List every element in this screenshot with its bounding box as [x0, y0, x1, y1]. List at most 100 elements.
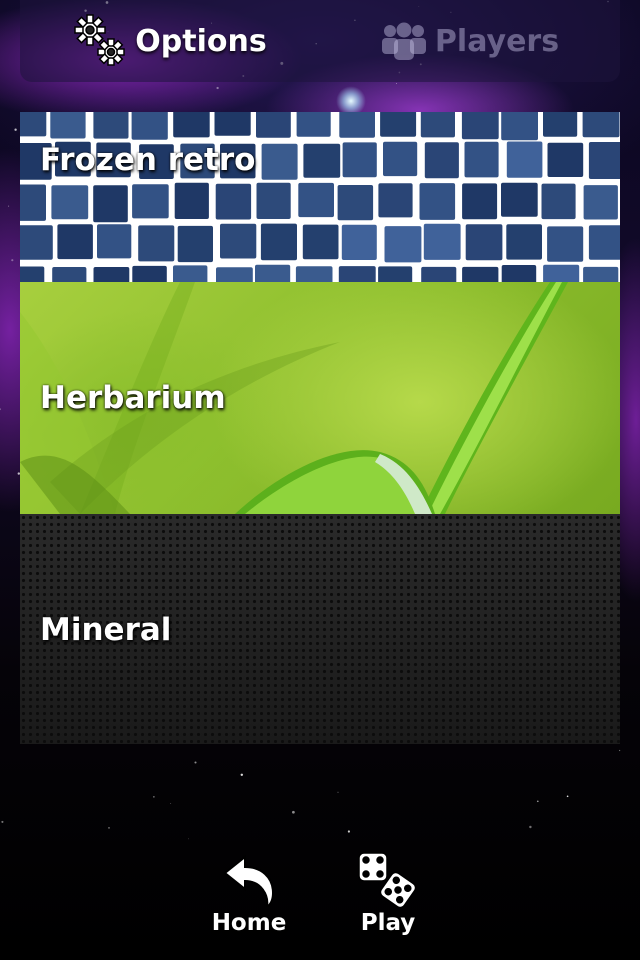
mosaic-tile — [501, 265, 537, 282]
mosaic-tile — [138, 225, 175, 262]
mosaic-tile — [256, 112, 291, 138]
theme-label-herbarium: Herbarium — [40, 380, 226, 416]
mosaic-tile — [216, 267, 253, 282]
mosaic-tile — [93, 112, 129, 139]
star — [14, 128, 17, 131]
mosaic-tile — [339, 112, 375, 138]
tab-options-label: Options — [135, 23, 267, 59]
star — [566, 795, 569, 798]
star — [347, 830, 350, 833]
star — [240, 773, 244, 777]
mosaic-tile — [341, 224, 377, 260]
mosaic-tile — [260, 223, 297, 261]
star — [153, 796, 155, 798]
mosaic-tile — [173, 265, 208, 282]
mosaic-tile — [506, 141, 543, 178]
mosaic-tile — [582, 112, 620, 138]
mosaic-tile — [57, 224, 93, 260]
mosaic-tile — [378, 183, 413, 218]
mosaic-tile — [295, 266, 333, 282]
mosaic-tile — [424, 142, 459, 179]
star — [396, 83, 397, 84]
mosaic-tile — [20, 112, 47, 137]
top-tab-bar: Options Players — [20, 0, 620, 82]
play-button[interactable]: Play — [333, 852, 443, 944]
mosaic-tiles — [20, 112, 620, 282]
star — [8, 205, 10, 207]
star — [108, 827, 110, 829]
mosaic-tile — [588, 142, 620, 179]
star — [536, 800, 539, 803]
mosaic-tile — [419, 183, 456, 220]
mosaic-tile — [423, 223, 461, 260]
mosaic-tile — [501, 112, 538, 141]
star — [337, 791, 339, 793]
mosaic-tile — [93, 185, 128, 223]
mosaic-tile — [255, 264, 291, 282]
mosaic-tile — [501, 182, 538, 217]
mosaic-tile — [462, 183, 498, 220]
mosaic-tile — [132, 184, 169, 219]
tab-players[interactable]: Players — [320, 0, 620, 82]
mosaic-tile — [93, 267, 130, 282]
mosaic-tile — [338, 266, 376, 282]
mosaic-tile — [20, 184, 46, 221]
mosaic-tile — [506, 224, 542, 260]
mosaic-tile — [583, 185, 618, 220]
mosaic-tile — [464, 141, 499, 178]
theme-label-mineral: Mineral — [40, 612, 172, 648]
mosaic-tile — [543, 112, 578, 137]
star — [292, 810, 295, 814]
mosaic-tile — [342, 142, 377, 178]
mosaic-tile — [583, 266, 619, 282]
mosaic-tile — [378, 266, 413, 282]
play-label: Play — [360, 910, 416, 936]
star — [529, 825, 532, 829]
mosaic-tile — [543, 264, 580, 282]
mosaic-tile — [303, 143, 341, 178]
star — [188, 838, 189, 840]
mosaic-tile — [380, 112, 417, 137]
mosaic-tile — [296, 112, 331, 137]
users-icon — [381, 21, 427, 61]
mosaic-tile — [547, 142, 584, 177]
mosaic-tile — [215, 183, 252, 220]
mosaic-tile — [51, 185, 89, 220]
home-button[interactable]: Home — [194, 852, 304, 944]
mosaic-tile — [174, 182, 209, 219]
mosaic-tile — [465, 224, 503, 261]
star — [216, 86, 219, 90]
mosaic-tile — [173, 112, 210, 138]
mosaic-tile — [302, 224, 339, 260]
gears-icon — [73, 14, 127, 68]
star — [170, 802, 172, 804]
mosaic-tile — [50, 112, 86, 139]
star — [194, 761, 197, 764]
mosaic-tile — [547, 226, 584, 262]
mosaic-tile — [131, 112, 168, 140]
back-arrow-icon — [221, 852, 277, 910]
mosaic-tile — [52, 267, 87, 282]
star — [1, 820, 4, 823]
mosaic-tile — [97, 224, 132, 259]
theme-herbarium[interactable]: Herbarium — [20, 282, 620, 514]
mosaic-tile — [383, 141, 418, 177]
mosaic-tile — [337, 185, 374, 221]
mosaic-tile — [462, 266, 499, 282]
theme-mineral[interactable]: Mineral — [20, 514, 620, 744]
mosaic-tile — [420, 112, 455, 138]
mosaic-tile — [132, 265, 167, 282]
theme-frozen-retro[interactable]: Frozen retro — [20, 112, 620, 282]
mosaic-tile — [541, 183, 576, 220]
star — [11, 259, 14, 262]
dice-icon — [356, 852, 420, 910]
mosaic-tile — [220, 223, 257, 259]
mosaic-tile — [20, 225, 53, 260]
mosaic-tile — [384, 226, 422, 263]
home-label: Home — [211, 910, 287, 936]
mosaic-tile — [214, 112, 251, 136]
mosaic-tile — [588, 225, 620, 260]
mosaic-tile — [177, 225, 213, 263]
tab-options[interactable]: Options — [20, 0, 320, 82]
theme-label-frozen-retro: Frozen retro — [40, 142, 256, 178]
